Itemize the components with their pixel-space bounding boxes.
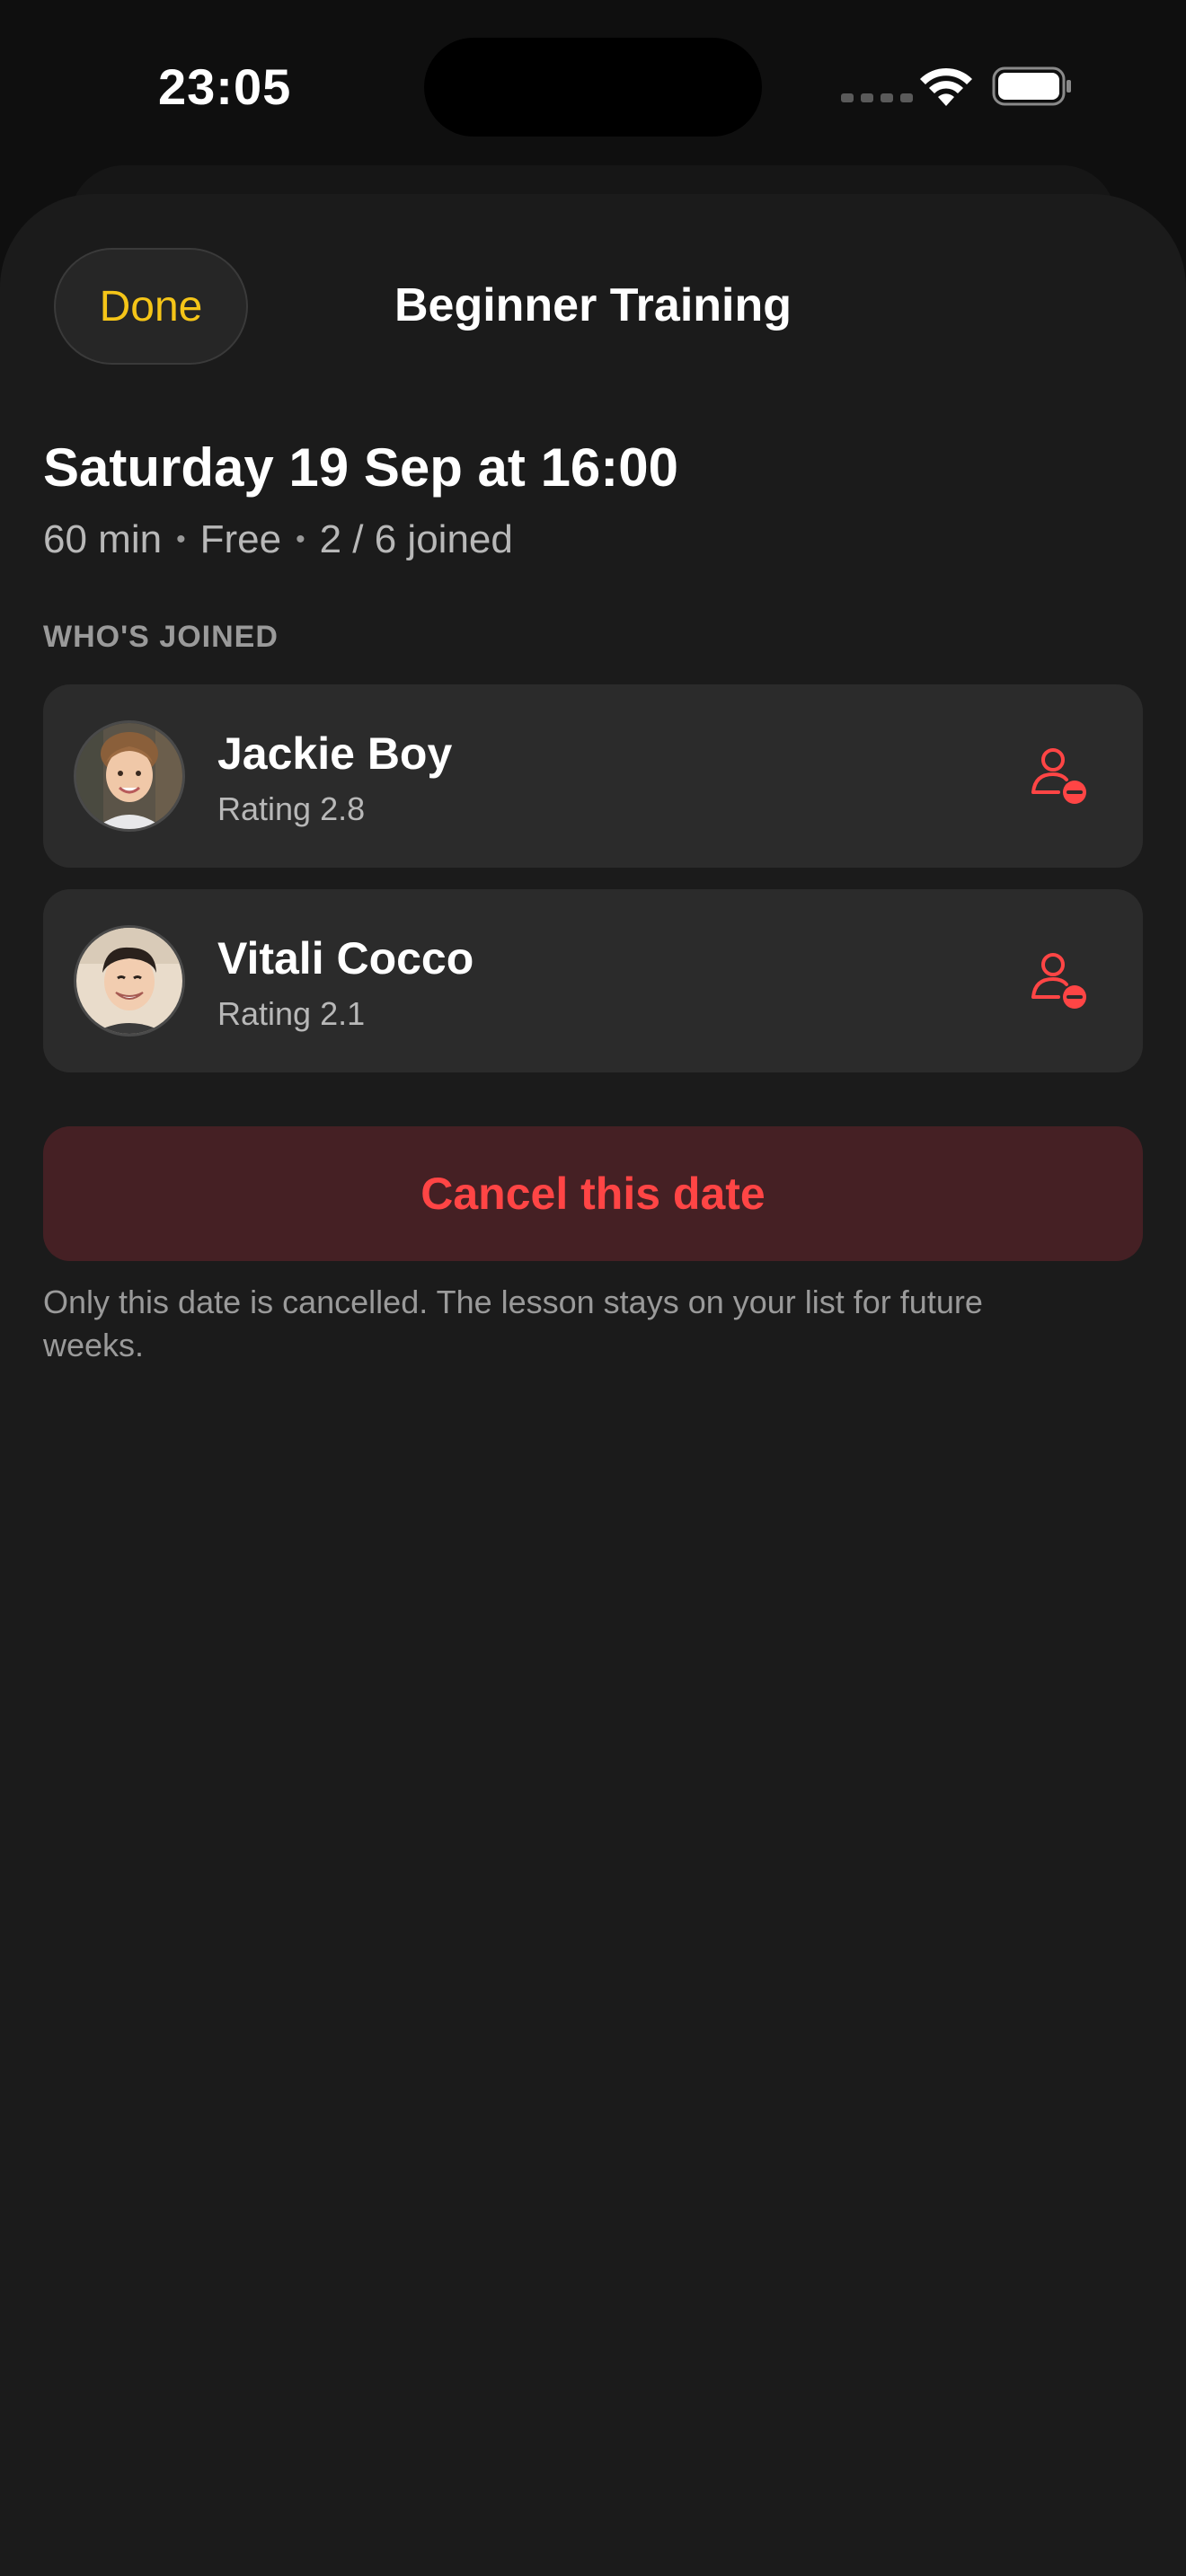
remove-user-icon[interactable]: [1026, 744, 1091, 808]
section-label-whos-joined: WHO'S JOINED: [43, 620, 279, 654]
session-price: Free: [199, 517, 282, 561]
session-joined-count: 2 / 6 joined: [319, 517, 513, 561]
status-time: 23:05: [158, 58, 292, 115]
participant-rating: Rating 2.8: [217, 790, 366, 827]
participant-name: Vitali Cocco: [217, 933, 474, 984]
session-meta: 60 min • Free • 2 / 6 joined: [43, 517, 513, 562]
cancel-date-button[interactable]: Cancel this date: [43, 1126, 1143, 1261]
cancel-note: Only this date is cancelled. The lesson …: [43, 1284, 983, 1363]
remove-user-icon[interactable]: [1026, 948, 1091, 1013]
sheet-title: Beginner Training: [394, 279, 792, 331]
cellular-signal-icon: [841, 93, 913, 102]
participant-rating: Rating 2.1: [217, 995, 366, 1032]
participant-name: Jackie Boy: [217, 728, 453, 779]
session-date: Saturday 19 Sep at 16:00: [43, 437, 679, 498]
screen: 23:05 Done Beginner Training Saturday 19…: [0, 0, 1186, 2576]
avatar: [74, 925, 185, 1037]
separator-dot: •: [176, 525, 186, 554]
wifi-icon: [920, 67, 972, 106]
participant-row[interactable]: Jackie Boy Rating 2.8: [43, 684, 1143, 868]
battery-icon: [992, 66, 1071, 106]
avatar: [74, 720, 185, 832]
participant-row[interactable]: Vitali Cocco Rating 2.1: [43, 889, 1143, 1072]
session-duration: 60 min: [43, 517, 163, 561]
separator-dot: •: [296, 525, 305, 554]
dynamic-island: [424, 38, 762, 137]
